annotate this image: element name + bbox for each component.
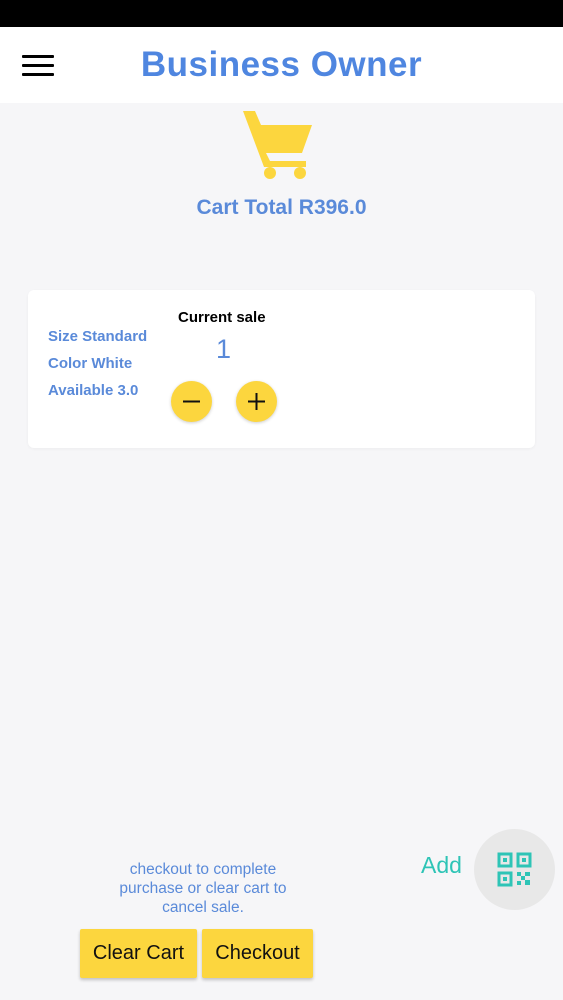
plus-icon [248,393,265,410]
quantity-value: 1 [216,334,232,364]
cart-total: Cart Total R396.0 [196,196,367,219]
increment-button[interactable] [236,381,277,422]
cart-item-card: Size Standard Color White Available 3.0 … [28,290,535,448]
scan-qr-button[interactable] [474,829,555,910]
clear-cart-button[interactable]: Clear Cart [80,929,197,978]
minus-icon [183,400,200,403]
item-available: Available 3.0 [48,382,139,399]
status-bar [0,0,563,27]
checkout-hint: checkout to complete purchase or clear c… [119,861,287,916]
item-color: Color White [48,355,133,372]
current-sale-label: Current sale [178,309,266,326]
add-label[interactable]: Add [421,852,462,879]
shopping-cart-icon [240,107,316,181]
decrement-button[interactable] [171,381,212,422]
checkout-button[interactable]: Checkout [202,929,313,978]
item-size: Size Standard [48,328,148,345]
page-title: Business Owner [140,45,423,84]
app-bar: Business Owner [0,27,563,103]
qr-code-icon [497,852,532,887]
